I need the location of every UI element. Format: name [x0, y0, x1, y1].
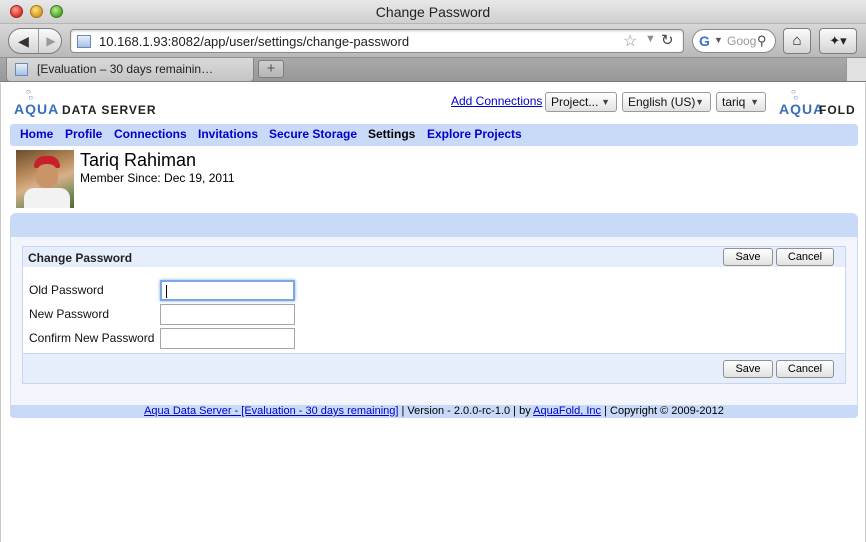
- tab-label[interactable]: [Evaluation – 30 days remainin…: [37, 62, 213, 76]
- chevron-down-icon: ▼: [750, 97, 759, 107]
- project-select[interactable]: Project... ▼: [545, 92, 617, 112]
- chevron-down-icon: ▼: [695, 97, 704, 107]
- main-nav: Home Profile Connections Invitations Sec…: [10, 124, 858, 146]
- product-link[interactable]: Aqua Data Server - [Evaluation - 30 days…: [144, 405, 398, 417]
- nav-secure-storage[interactable]: Secure Storage: [269, 127, 357, 141]
- footer: Aqua Data Server - [Evaluation - 30 days…: [1, 405, 866, 417]
- user-name: Tariq Rahiman: [80, 150, 197, 170]
- cancel-button[interactable]: Cancel: [776, 248, 834, 266]
- web-page: ○ ○ AQUA DATA SERVER Add Connections Pro…: [0, 83, 866, 542]
- nav-invitations[interactable]: Invitations: [198, 127, 258, 141]
- search-box[interactable]: G ▼ Goog ⚲: [692, 29, 776, 53]
- logo-bubbles-icon: ○ ○: [26, 87, 34, 102]
- search-icon[interactable]: ⚲: [757, 33, 767, 49]
- bookmarks-icon[interactable]: ✦▾: [819, 28, 857, 54]
- old-password-field[interactable]: [160, 280, 295, 301]
- text-caret: [166, 285, 167, 298]
- language-select[interactable]: English (US) ▼: [622, 92, 711, 112]
- language-select-value: English (US): [628, 95, 696, 109]
- avatar: [16, 150, 74, 208]
- nav-settings[interactable]: Settings: [368, 127, 415, 141]
- nav-explore-projects[interactable]: Explore Projects: [427, 127, 522, 141]
- tab-overflow: [846, 58, 866, 81]
- content-header-band: [10, 213, 858, 237]
- aqua-data-server-logo[interactable]: ○ ○ AQUA DATA SERVER: [14, 87, 164, 119]
- address-bar[interactable]: 10.168.1.93:8082/app/user/settings/chang…: [70, 29, 684, 53]
- member-since: Member Since: Dec 19, 2011: [80, 171, 235, 185]
- back-icon[interactable]: ◀: [9, 29, 39, 53]
- panel-footer: Save Cancel: [23, 353, 845, 383]
- version-text: | Version - 2.0.0-rc-1.0 | by: [398, 405, 534, 417]
- window-title: Change Password: [375, 4, 491, 20]
- search-placeholder[interactable]: Goog: [727, 34, 756, 48]
- bookmark-star-icon[interactable]: ☆: [623, 31, 637, 51]
- logo-right-word2: FOLD: [819, 103, 856, 117]
- search-engine-dropdown-icon[interactable]: ▼: [714, 35, 723, 45]
- nav-profile[interactable]: Profile: [65, 127, 102, 141]
- logo-right-word1: AQUA: [779, 101, 825, 117]
- new-password-field[interactable]: [160, 304, 295, 325]
- save-button[interactable]: Save: [723, 248, 773, 266]
- browser-toolbar: ◀ ▶ 10.168.1.93:8082/app/user/settings/c…: [0, 24, 866, 58]
- nav-buttons: ◀ ▶: [8, 28, 62, 54]
- add-connections-link[interactable]: Add Connections: [451, 94, 542, 108]
- panel-title: Change Password: [28, 251, 133, 265]
- change-password-panel: Change Password Save Cancel Old Password…: [22, 246, 846, 384]
- chevron-down-icon: ▼: [601, 97, 610, 107]
- window-title-bar: Change Password: [0, 0, 866, 24]
- user-select-value: tariq: [722, 95, 746, 109]
- nav-home[interactable]: Home: [20, 127, 53, 141]
- favicon-icon: [77, 35, 91, 48]
- project-select-value: Project...: [551, 95, 599, 109]
- home-icon[interactable]: ⌂: [783, 28, 811, 54]
- copyright-text: | Copyright © 2009-2012: [601, 405, 724, 417]
- user-select[interactable]: tariq ▼: [716, 92, 766, 112]
- aquafold-logo[interactable]: ○ ○ AQUA FOLD: [779, 87, 861, 119]
- new-tab-button[interactable]: +: [258, 60, 284, 78]
- confirm-password-label: Confirm New Password: [29, 331, 155, 345]
- tab-strip: [Evaluation – 30 days remainin… +: [0, 58, 866, 82]
- logo-left-word1: AQUA: [14, 101, 60, 117]
- nav-connections[interactable]: Connections: [114, 127, 187, 141]
- logo-left-word2: DATA SERVER: [62, 103, 157, 117]
- old-password-label: Old Password: [29, 283, 104, 297]
- save-button-bottom[interactable]: Save: [723, 360, 773, 378]
- google-icon[interactable]: G: [699, 33, 710, 49]
- logo-bubbles-icon: ○ ○: [791, 87, 799, 102]
- panel-header: Change Password Save Cancel: [23, 247, 845, 267]
- new-password-label: New Password: [29, 307, 110, 321]
- tab-favicon-icon: [15, 63, 28, 76]
- reload-icon[interactable]: ↻: [661, 31, 674, 49]
- url-text[interactable]: 10.168.1.93:8082/app/user/settings/chang…: [99, 34, 409, 49]
- browser-tab[interactable]: [Evaluation – 30 days remainin…: [6, 58, 254, 82]
- confirm-password-field[interactable]: [160, 328, 295, 349]
- company-link[interactable]: AquaFold, Inc: [533, 405, 601, 417]
- history-dropdown-icon[interactable]: ▼: [645, 33, 656, 45]
- cancel-button-bottom[interactable]: Cancel: [776, 360, 834, 378]
- forward-icon[interactable]: ▶: [40, 29, 62, 53]
